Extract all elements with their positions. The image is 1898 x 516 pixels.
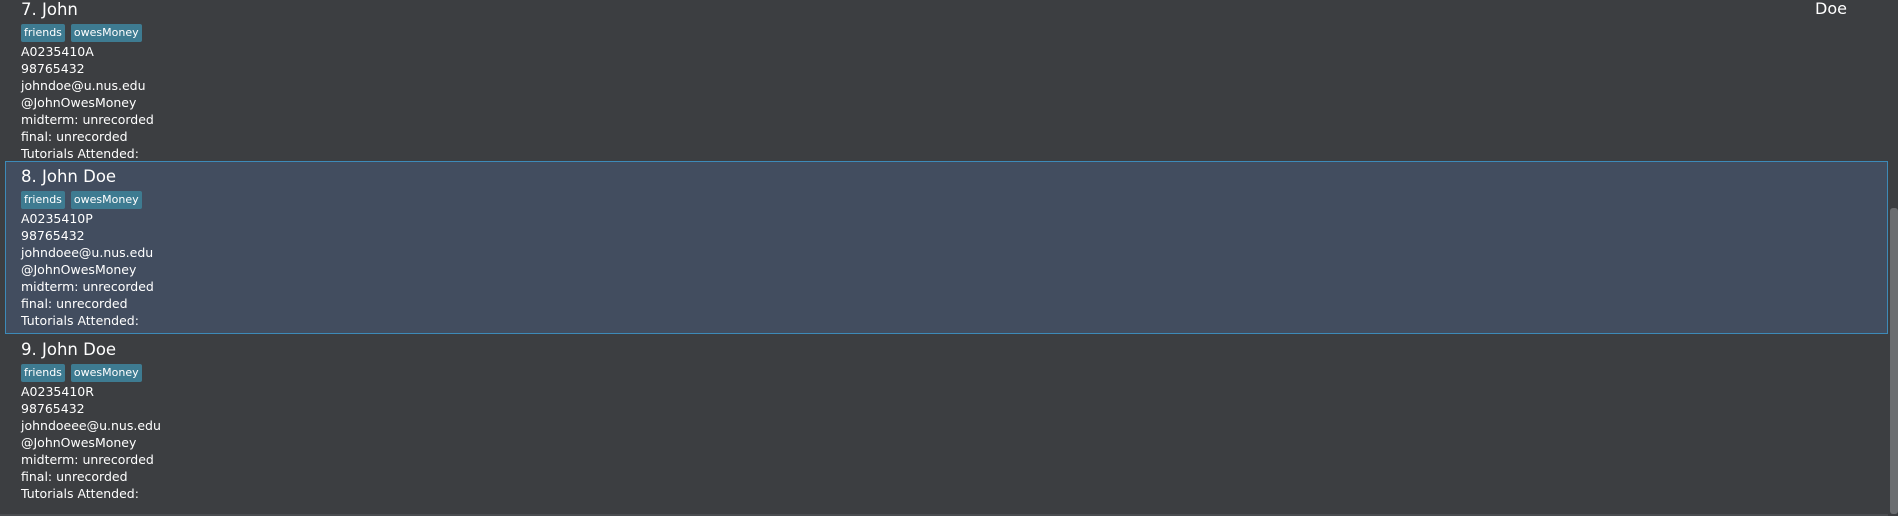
final-score: final: unrecorded	[21, 296, 128, 311]
telegram-handle: @JohnOwesMoney	[21, 95, 137, 110]
person-card-8[interactable]: 8. John Doe friends owesMoney A0235410P …	[5, 161, 1888, 334]
midterm-score: midterm: unrecorded	[21, 112, 154, 127]
scrollbar-thumb[interactable]	[1890, 208, 1898, 514]
tag-list: friends owesMoney	[21, 24, 1887, 42]
person-list[interactable]: 7. John friends owesMoney A0235410A 9876…	[5, 0, 1888, 516]
phone: 98765432	[21, 61, 85, 76]
tutorials-attended: Tutorials Attended:	[21, 146, 139, 161]
person-list-panel: 7. John friends owesMoney A0235410A 9876…	[0, 0, 1898, 516]
tag-owes-money: owesMoney	[70, 191, 142, 209]
email: johndoee@u.nus.edu	[21, 245, 154, 260]
email: johndoe@u.nus.edu	[21, 78, 146, 93]
midterm-score: midterm: unrecorded	[21, 452, 154, 467]
final-score: final: unrecorded	[21, 129, 128, 144]
tag-owes-money: owesMoney	[70, 364, 142, 382]
person-name: 7. John	[21, 0, 78, 19]
telegram-handle: @JohnOwesMoney	[21, 262, 137, 277]
person-card-9[interactable]: 9. John Doe friends owesMoney A0235410R …	[5, 334, 1888, 507]
telegram-handle: @JohnOwesMoney	[21, 435, 137, 450]
tag-list: friends owesMoney	[21, 364, 1887, 382]
phone: 98765432	[21, 401, 85, 416]
person-card-7[interactable]: 7. John friends owesMoney A0235410A 9876…	[5, 0, 1888, 161]
tag-friends: friends	[21, 364, 65, 382]
tag-owes-money: owesMoney	[70, 24, 142, 42]
tutorials-attended: Tutorials Attended:	[21, 486, 139, 501]
person-name: 8. John Doe	[21, 167, 117, 186]
student-id: A0235410A	[21, 44, 94, 59]
tag-list: friends owesMoney	[21, 191, 1887, 209]
email: johndoeee@u.nus.edu	[21, 418, 161, 433]
tag-friends: friends	[21, 191, 65, 209]
final-score: final: unrecorded	[21, 469, 128, 484]
vertical-scrollbar[interactable]	[1888, 0, 1898, 516]
student-id: A0235410P	[21, 211, 93, 226]
midterm-score: midterm: unrecorded	[21, 279, 154, 294]
tutorials-attended: Tutorials Attended:	[21, 313, 139, 328]
tag-friends: friends	[21, 24, 65, 42]
person-name: 9. John Doe	[21, 340, 117, 359]
overflow-name-text: Doe	[1815, 0, 1847, 18]
phone: 98765432	[21, 228, 85, 243]
student-id: A0235410R	[21, 384, 94, 399]
